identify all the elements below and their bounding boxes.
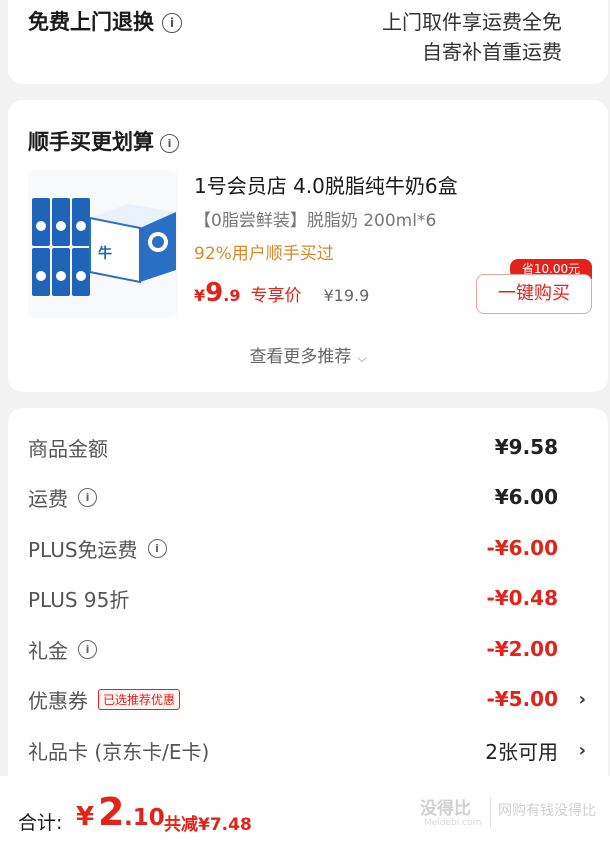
summary-value: ¥9.58 (494, 435, 558, 459)
bottom-total-bar: 合计: ¥ 2 .10 共减¥7.48 没得比 Meidebi.com 网购有钱… (0, 776, 610, 848)
addon-title: 顺手买更划算 i (28, 126, 179, 156)
product-name[interactable]: 1号会员店 4.0脱脂纯牛奶6盒 (194, 170, 458, 199)
addon-title-text: 顺手买更划算 (28, 130, 154, 154)
one-click-buy-button[interactable]: 一键购买 (476, 274, 592, 314)
summary-value: -¥6.00 (486, 536, 558, 560)
info-icon[interactable]: i (78, 487, 97, 507)
coupon-selected-badge: 已选推荐优惠 (98, 688, 181, 710)
price-tag: 专享价 (250, 286, 302, 306)
info-icon[interactable]: i (78, 639, 97, 659)
summary-value: -¥5.00 (486, 687, 558, 711)
summary-row-gift-card[interactable]: 礼品卡 (京东卡/E卡) 2张可用 › (28, 735, 588, 765)
price-integer: 9 (205, 278, 224, 308)
watermark-slogan: 网购有钱没得比 (498, 803, 596, 819)
chevron-right-icon: › (578, 739, 586, 761)
summary-row-coupon[interactable]: 优惠券 已选推荐优惠 -¥5.00 › (28, 684, 588, 714)
product-image[interactable]: 牛 (28, 170, 178, 318)
info-icon[interactable]: i (162, 13, 182, 33)
product-spec: 【0脂尝鲜装】脱脂奶 200ml*6 (194, 211, 437, 231)
total-label: 合计: (18, 812, 63, 834)
summary-value: -¥0.48 (486, 586, 558, 610)
return-service-title-text: 免费上门退换 (28, 10, 154, 34)
summary-value: -¥2.00 (486, 637, 558, 661)
price-row: ¥ 9 .9 专享价 ¥19.9 (194, 278, 369, 308)
summary-label-wrap: 优惠券 已选推荐优惠 (28, 685, 181, 714)
watermark-logo: 没得比 (420, 799, 471, 819)
summary-label-wrap: PLUS免运费 i (28, 534, 167, 563)
total-currency: ¥ (76, 802, 95, 832)
total-discount: 共减¥7.48 (164, 815, 252, 835)
total-decimal: .10 (124, 805, 165, 831)
total-integer: 2 (98, 790, 125, 834)
see-more-label: 查看更多推荐 (249, 347, 352, 367)
summary-label-wrap: 运费 i (28, 483, 97, 512)
info-icon[interactable]: i (147, 538, 167, 558)
summary-value: 2张可用 (485, 739, 558, 764)
addon-recommend-card: 顺手买更划算 i 牛 1号会员店 4.0脱脂纯牛奶6盒 【0脂尝鲜装】脱脂奶 2… (8, 100, 608, 392)
return-service-title: 免费上门退换 i (28, 6, 182, 36)
summary-row-shipping: 运费 i ¥6.00 (28, 482, 588, 512)
summary-label: 运费 (28, 486, 68, 511)
summary-label: 礼金 (28, 638, 68, 663)
price-currency: ¥ (194, 286, 206, 305)
original-price: ¥19.9 (323, 286, 370, 305)
summary-label: PLUS 95折 (28, 587, 130, 612)
summary-row-plus-discount: PLUS 95折 -¥0.48 (28, 583, 588, 613)
return-service-desc-line2: 自寄补首重运费 (422, 40, 562, 64)
watermark-divider (490, 798, 491, 828)
return-service-desc-line1: 上门取件享运费全免 (382, 10, 562, 34)
summary-label: PLUS免运费 (28, 537, 138, 562)
svg-text:牛: 牛 (98, 245, 112, 262)
chevron-down-icon: ⌵ (357, 351, 367, 365)
summary-row-goods-amount: 商品金额 ¥9.58 (28, 432, 588, 462)
info-icon[interactable]: i (160, 133, 179, 153)
summary-row-plus-free-shipping: PLUS免运费 i -¥6.00 (28, 533, 588, 563)
return-service-card: 免费上门退换 i 上门取件享运费全免 自寄补首重运费 (8, 0, 608, 84)
see-more-link[interactable]: 查看更多推荐 ⌵ (8, 342, 608, 367)
product-buyers-rate: 92%用户顺手买过 (194, 244, 334, 264)
summary-label: 优惠券 (28, 688, 88, 713)
summary-label: 礼品卡 (京东卡/E卡) (28, 739, 210, 764)
summary-label-wrap: 礼金 i (28, 635, 97, 664)
chevron-right-icon: › (578, 688, 586, 710)
summary-row-gift-money: 礼金 i -¥2.00 (28, 634, 588, 664)
summary-value: ¥6.00 (494, 485, 558, 509)
price-decimal: .9 (223, 286, 241, 305)
watermark-domain: Meidebi.com (424, 818, 482, 828)
summary-label: 商品金额 (28, 436, 108, 461)
order-summary-card: 商品金额 ¥9.58 运费 i ¥6.00 PLUS免运费 i -¥6.00 PLU… (8, 408, 608, 808)
watermark: 没得比 Meidebi.com 网购有钱没得比 (420, 794, 600, 834)
